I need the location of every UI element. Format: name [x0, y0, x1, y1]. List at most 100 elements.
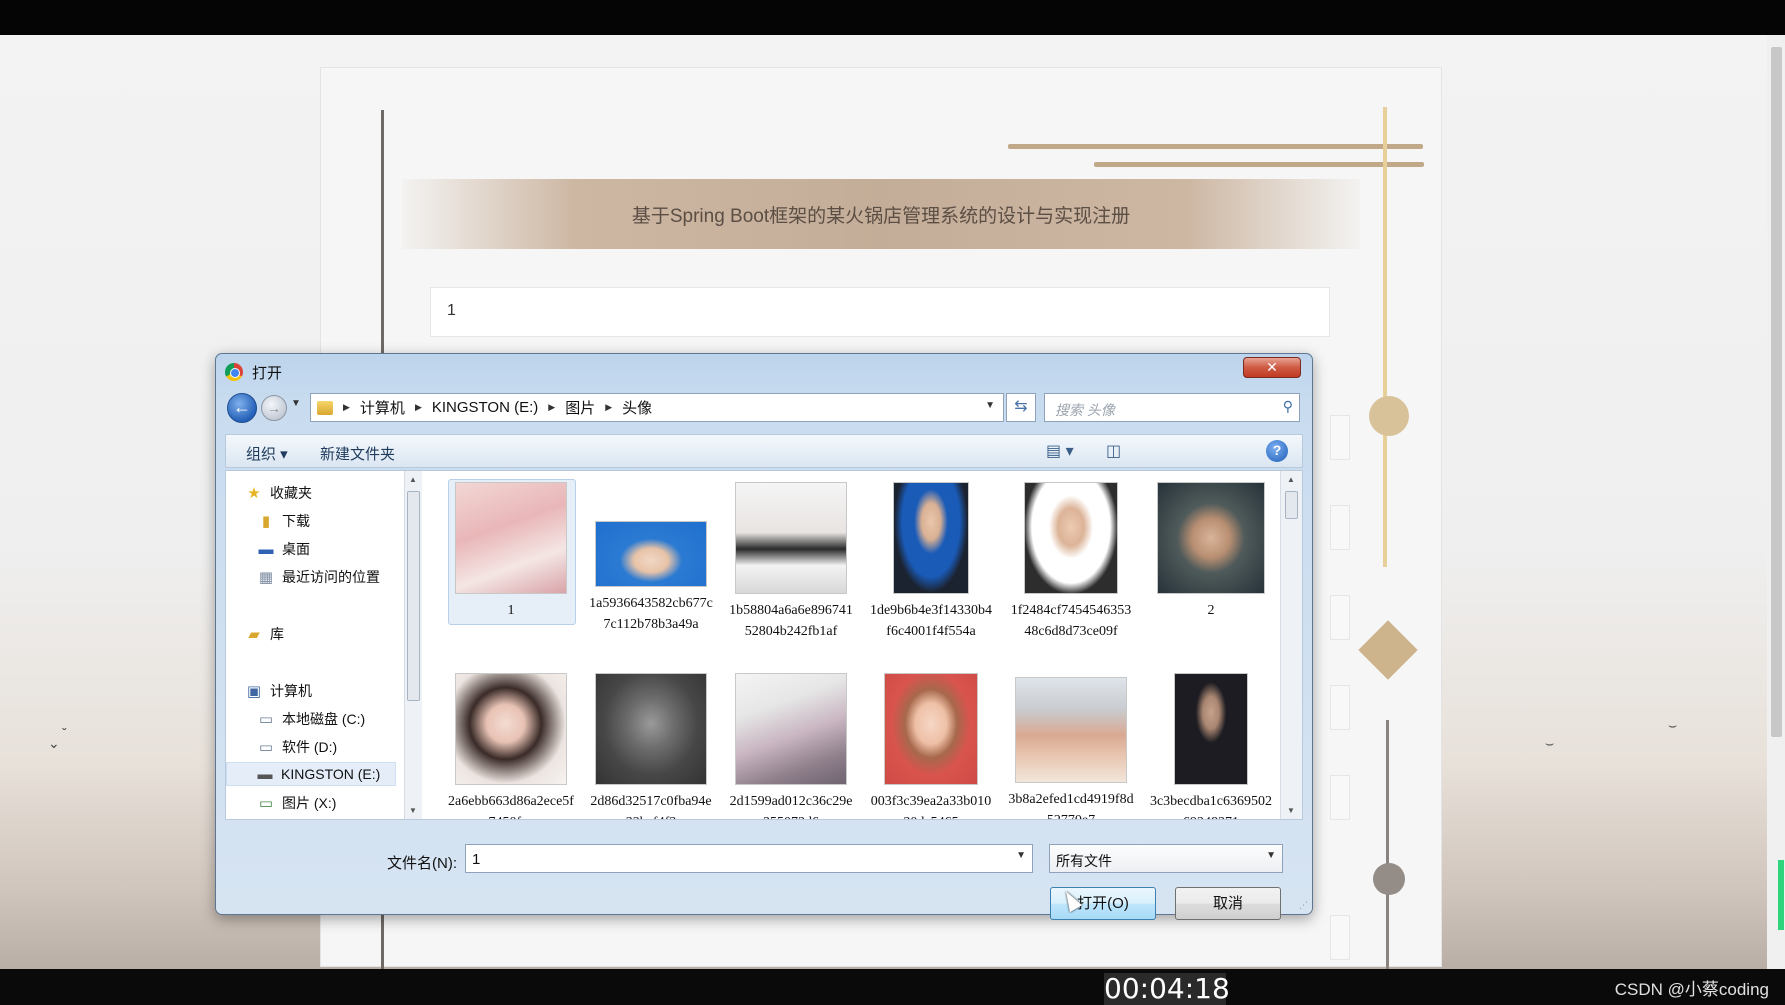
- file-item[interactable]: 2d86d32517c0fba94e32bef4f3: [588, 673, 714, 819]
- file-name: 3c3becdba1c636950269248371: [1149, 794, 1273, 819]
- nav-computer-label: 计算机: [270, 683, 312, 699]
- breadcrumb-avatars[interactable]: 头像: [622, 397, 652, 418]
- nav-drive-e[interactable]: ▬ KINGSTON (E:): [226, 762, 396, 786]
- breadcrumb-drive[interactable]: KINGSTON (E:): [432, 399, 538, 416]
- bird-icon: ˇ: [62, 725, 67, 741]
- form-field-edge[interactable]: [1330, 595, 1350, 640]
- page-scrollbar-thumb[interactable]: [1771, 47, 1782, 737]
- chevron-down-icon[interactable]: ▼: [1016, 850, 1026, 861]
- video-top-bar: [0, 0, 1785, 35]
- desktop-icon: ▬: [258, 540, 274, 558]
- back-button[interactable]: ←: [227, 393, 257, 423]
- nav-recent-label: 最近访问的位置: [282, 569, 380, 585]
- filename-label: 文件名(N):: [387, 855, 457, 872]
- nav-drive-c-label: 本地磁盘 (C:): [282, 711, 366, 727]
- bird-icon: ⌄: [48, 735, 60, 751]
- scroll-down-icon[interactable]: ▼: [1287, 806, 1295, 815]
- file-item[interactable]: 003f3c39ea2a33b01030da5465: [868, 673, 994, 819]
- watermark: CSDN @小蔡coding: [1614, 980, 1769, 999]
- file-list-scrollbar[interactable]: ▲ ▼: [1280, 471, 1302, 819]
- address-bar[interactable]: ▶ 计算机 ▶ KINGSTON (E:) ▶ 图片 ▶ 头像 ▼: [310, 393, 1004, 422]
- cancel-button[interactable]: 取消: [1175, 887, 1281, 920]
- scroll-down-icon[interactable]: ▼: [409, 806, 417, 815]
- search-icon[interactable]: ⚲: [1283, 398, 1293, 415]
- page-title: 基于Spring Boot框架的某火锅店管理系统的设计与实现注册: [631, 205, 1131, 227]
- preview-pane-icon[interactable]: ◫: [1106, 441, 1121, 461]
- history-dropdown-icon[interactable]: ▼: [291, 398, 301, 409]
- file-list: 1 1a5936643582cb677c7c112b78b3a49a 1b588…: [426, 471, 1280, 819]
- video-timer: 00:04:18: [1104, 972, 1230, 1005]
- file-type-select[interactable]: 所有文件 ▼: [1049, 844, 1283, 873]
- file-item[interactable]: 3b8a2efed1cd4919f8d52770e7: [1008, 677, 1134, 819]
- close-button[interactable]: ✕: [1243, 357, 1301, 378]
- nav-library[interactable]: ▰ 库: [244, 624, 284, 644]
- decor-line-top-2: [1094, 162, 1424, 167]
- nav-desktop[interactable]: ▬ 桌面: [256, 539, 311, 559]
- file-item[interactable]: 2a6ebb663d86a2ece5f7450fca: [448, 673, 574, 819]
- form-field-edge[interactable]: [1330, 415, 1350, 460]
- scroll-up-icon[interactable]: ▲: [409, 475, 417, 484]
- nav-drive-c[interactable]: ▭ 本地磁盘 (C:): [256, 709, 365, 729]
- filename-input[interactable]: 1 ▼: [465, 844, 1033, 873]
- search-input[interactable]: 搜索 头像 ⚲: [1044, 393, 1300, 422]
- decor-circle-grey: [1373, 863, 1405, 895]
- decor-line-right-lower: [1386, 720, 1389, 969]
- breadcrumb-pictures[interactable]: 图片: [565, 397, 595, 418]
- nav-downloads[interactable]: ▮ 下载: [256, 511, 310, 531]
- chevron-right-icon[interactable]: ▶: [605, 402, 612, 413]
- decor-line-right: [1383, 107, 1387, 567]
- file-name: 1f2484cf745454635348c6d8d73ce09f: [1010, 603, 1132, 639]
- system-drive-icon: ▭: [258, 711, 274, 728]
- view-options-icon[interactable]: ▤ ▾: [1046, 441, 1074, 461]
- organize-button[interactable]: 组织 ▾: [246, 443, 288, 464]
- chevron-right-icon[interactable]: ▶: [548, 402, 555, 413]
- chevron-down-icon[interactable]: ▼: [1266, 850, 1276, 861]
- chevron-right-icon[interactable]: ▶: [415, 402, 422, 413]
- scroll-up-icon[interactable]: ▲: [1287, 475, 1295, 484]
- photo-thumbnail: [735, 482, 847, 594]
- file-item[interactable]: 1b58804a6a6e89674152804b242fb1af: [728, 482, 854, 642]
- page-scrollbar[interactable]: [1767, 35, 1785, 969]
- file-list-scrollbar-thumb[interactable]: [1285, 491, 1298, 519]
- form-field-edge[interactable]: [1330, 505, 1350, 550]
- file-item[interactable]: 3c3becdba1c636950269248371: [1148, 673, 1274, 819]
- file-item[interactable]: 1a5936643582cb677c7c112b78b3a49a: [588, 521, 714, 635]
- navigation-scrollbar[interactable]: ▲ ▼: [404, 471, 422, 819]
- file-item[interactable]: 1de9b6b4e3f14330b4f6c4001f4f554a: [868, 482, 994, 642]
- forward-button[interactable]: →: [261, 395, 287, 421]
- breadcrumb-computer[interactable]: 计算机: [360, 397, 405, 418]
- file-item[interactable]: 2: [1148, 482, 1274, 621]
- new-folder-button[interactable]: 新建文件夹: [320, 443, 395, 464]
- chevron-down-icon[interactable]: ▼: [985, 400, 995, 411]
- dialog-body: ★ 收藏夹 ▮ 下载 ▬ 桌面 ▦ 最近访问的位置 ▰ 库 ▣ 计算机 ▭ 本地磁盘 (C:)…: [225, 470, 1303, 820]
- photo-thumbnail: [1174, 673, 1248, 785]
- file-name: 1: [507, 603, 515, 618]
- navigation-scrollbar-thumb[interactable]: [407, 491, 420, 701]
- file-item[interactable]: 1f2484cf745454635348c6d8d73ce09f: [1008, 482, 1134, 642]
- refresh-button[interactable]: ⇆: [1006, 393, 1036, 422]
- nav-computer[interactable]: ▣ 计算机: [244, 681, 312, 701]
- photo-thumbnail: [1157, 482, 1265, 594]
- address-row: ← → ▼ ▶ 计算机 ▶ KINGSTON (E:) ▶ 图片 ▶ 头像 ▼ …: [225, 392, 1303, 424]
- nav-drive-d[interactable]: ▭ 软件 (D:): [256, 737, 337, 757]
- drive-icon: ▭: [258, 739, 274, 756]
- photo-thumbnail: [455, 673, 567, 785]
- nav-recent[interactable]: ▦ 最近访问的位置: [256, 567, 380, 587]
- file-name: 003f3c39ea2a33b01030da5465: [870, 794, 992, 819]
- nav-favorites[interactable]: ★ 收藏夹: [244, 483, 312, 503]
- nav-drive-x-label: 图片 (X:): [282, 795, 337, 811]
- file-name: 2a6ebb663d86a2ece5f7450fca: [448, 794, 574, 819]
- form-field-edge[interactable]: [1330, 685, 1350, 730]
- file-item[interactable]: 2d1599ad012c36c29e355073d6: [728, 673, 854, 819]
- help-icon[interactable]: ?: [1266, 440, 1288, 462]
- chevron-right-icon[interactable]: ▶: [343, 402, 350, 413]
- file-item[interactable]: 1: [448, 479, 576, 625]
- file-name: 2d86d32517c0fba94e32bef4f3: [590, 794, 712, 819]
- username-input[interactable]: 1: [430, 287, 1330, 337]
- form-field-edge[interactable]: [1330, 775, 1350, 820]
- nav-drive-x[interactable]: ▭ 图片 (X:): [256, 793, 337, 813]
- dialog-titlebar[interactable]: 打开 ✕: [216, 354, 1312, 386]
- resize-grip-icon[interactable]: ⋰: [1299, 900, 1308, 911]
- form-field-edge[interactable]: [1330, 915, 1350, 960]
- dialog-toolbar: 组织 ▾ 新建文件夹 ▤ ▾ ◫ ?: [225, 434, 1303, 468]
